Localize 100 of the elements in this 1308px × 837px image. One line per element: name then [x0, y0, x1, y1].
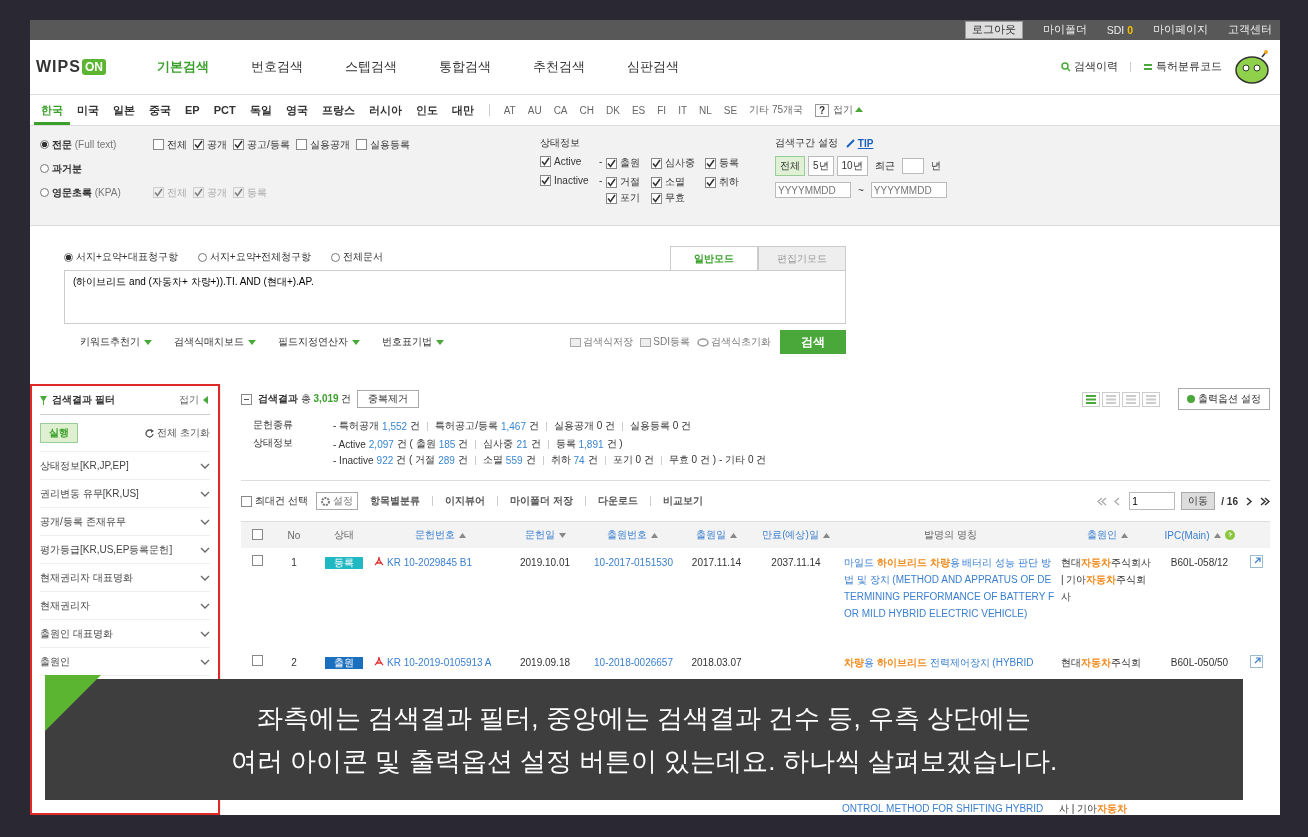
summary-count[interactable]: 1,552 [382, 420, 408, 432]
country-tab[interactable]: ES [625, 104, 652, 116]
checkbox[interactable] [651, 176, 663, 188]
period-button[interactable]: 10년 [836, 156, 868, 176]
top-link[interactable]: 마이폴더 [1042, 23, 1087, 37]
summary-count[interactable]: 1,467 [500, 420, 526, 432]
country-tab[interactable]: CH [573, 104, 600, 116]
filter-item[interactable]: 현재권리자 대표명화 [40, 564, 210, 592]
mode-tab[interactable]: 일반모드 [670, 246, 758, 270]
country-tab[interactable]: EP [178, 95, 207, 125]
summary-count[interactable]: 21 [516, 438, 528, 450]
checkbox[interactable] [355, 139, 367, 150]
title-link[interactable]: 마일드 하이브리드 차량용 배터리 성능 판단 방법 및 장치 (METHOD AND APPRATUS OF DETERMINING PERFORMANCE OF BATTERY FOR MILD HYBRID ELECTRIC VEHICLE) [844, 554, 1057, 622]
logout-button[interactable]: 로그아웃 [964, 21, 1023, 39]
checkbox[interactable] [295, 139, 307, 150]
country-tab[interactable]: 기타 75개국 [743, 103, 810, 117]
sdi-link[interactable]: SDI 0 [1106, 24, 1133, 36]
country-tab[interactable]: AT [497, 104, 522, 116]
nav-tab[interactable]: 심판검색 [606, 58, 700, 76]
country-tab[interactable]: 영국 [278, 95, 315, 125]
checkbox[interactable] [241, 495, 252, 507]
query-field[interactable]: (하이브리드 and (자동차+ 차량+)).TI. AND (현대+).AP. [64, 270, 846, 324]
country-tab[interactable]: 러시아 [361, 95, 409, 125]
nav-tab[interactable]: 스텝검색 [324, 58, 418, 76]
checkbox[interactable] [540, 156, 551, 167]
output-options-button[interactable]: 출력옵션 설정 [1178, 388, 1270, 410]
header-link[interactable]: 검색이력 [1061, 60, 1118, 74]
country-tab[interactable]: 인도 [408, 95, 445, 125]
search-action-link[interactable]: 검색식저장 [570, 335, 634, 349]
country-tab[interactable]: AU [521, 104, 548, 116]
application-link[interactable]: 10-2018-0026657 [594, 657, 673, 668]
page-field[interactable]: 1 [1129, 492, 1176, 510]
go-button[interactable]: 이동 [1181, 492, 1216, 510]
checkbox[interactable] [251, 555, 263, 566]
view-button[interactable] [1082, 391, 1101, 407]
date-field[interactable]: YYYYMMDD [870, 182, 947, 198]
period-button[interactable]: 전체 [775, 156, 805, 176]
checkbox[interactable] [251, 528, 263, 540]
collapse-button[interactable]: 접기 [179, 393, 210, 407]
settings-button[interactable]: 설정 [315, 492, 358, 510]
radio-button[interactable] [331, 252, 341, 262]
country-tab[interactable]: SE [717, 104, 744, 116]
nav-tab[interactable]: 통합검색 [418, 58, 512, 76]
nav-tab[interactable]: 번호검색 [230, 58, 324, 76]
filter-item[interactable]: 평가등급[KR,US,EP등록문헌] [40, 536, 210, 564]
nav-tab[interactable]: 추천검색 [512, 58, 606, 76]
help-button[interactable]: ? [815, 103, 830, 117]
country-tab[interactable]: 중국 [142, 95, 178, 125]
country-tab[interactable]: IT [672, 104, 694, 116]
document-link[interactable]: KR 10-2019-0105913 A [387, 657, 492, 668]
country-tab[interactable]: 독일 [242, 95, 279, 125]
filter-item[interactable]: 현재권리자 [40, 592, 210, 620]
checkbox[interactable] [540, 175, 551, 186]
country-tab[interactable]: DK [600, 104, 626, 116]
dropdown-button[interactable]: 키워드추천기 [80, 335, 152, 349]
title-link[interactable]: ONTROL METHOD FOR SHIFTING HYBRID [842, 803, 1059, 815]
checkbox[interactable] [606, 157, 618, 169]
document-link[interactable]: KR 10-2029845 B1 [387, 557, 473, 568]
radio-button[interactable] [197, 252, 207, 262]
dropdown-button[interactable]: 검색식매치보드 [174, 335, 256, 349]
checkbox[interactable] [251, 655, 263, 666]
summary-count[interactable]: 289 [438, 454, 455, 466]
column-header[interactable]: 출원인 [1087, 528, 1117, 542]
checkbox[interactable] [606, 176, 618, 188]
toolbar-link[interactable]: 항목별분류 [365, 494, 424, 508]
radio-button[interactable] [40, 140, 49, 149]
country-tab[interactable]: 일본 [106, 95, 142, 125]
date-field[interactable]: YYYYMMDD [775, 182, 851, 198]
filter-item[interactable]: 권리변동 유무[KR,US] [40, 480, 210, 508]
country-tab[interactable]: 대만 [444, 95, 481, 125]
checkbox[interactable] [153, 139, 164, 150]
summary-count[interactable]: 74 [573, 454, 585, 466]
checkbox[interactable] [705, 176, 717, 188]
radio-button[interactable] [40, 164, 49, 173]
filter-item[interactable]: 공개/등록 존재유무 [40, 508, 210, 536]
toolbar-link[interactable]: 비교보기 [658, 494, 707, 508]
column-header[interactable]: 문헌번호 [415, 528, 455, 542]
toolbar-link[interactable]: 다운로드 [593, 494, 642, 508]
search-action-link[interactable]: 검색식초기화 [697, 335, 771, 349]
dedupe-button[interactable]: 중복제거 [357, 390, 420, 408]
application-link[interactable]: 10-2017-0151530 [594, 557, 673, 568]
radio-button[interactable] [64, 252, 73, 262]
filter-item[interactable]: 상태정보[KR,JP,EP] [40, 452, 210, 480]
checkbox[interactable] [651, 157, 663, 169]
external-link-icon[interactable] [1250, 655, 1263, 668]
summary-count[interactable]: 185 [438, 438, 456, 450]
checkbox[interactable] [606, 192, 618, 204]
search-action-link[interactable]: SDI등록 [640, 335, 690, 349]
dropdown-button[interactable]: 번호표기법 [382, 335, 444, 349]
checkbox[interactable] [651, 192, 663, 204]
country-tab[interactable]: PCT [206, 95, 243, 125]
filter-item[interactable]: 출원인 대표명화 [40, 620, 210, 648]
header-link[interactable]: 특허분류코드 [1143, 60, 1222, 74]
top-link[interactable]: 고객센터 [1228, 23, 1272, 37]
nav-tab[interactable]: 기본검색 [136, 58, 230, 76]
reset-link[interactable]: 전체 초기화 [145, 426, 210, 440]
external-link-icon[interactable] [1250, 555, 1263, 568]
radio-button[interactable] [40, 188, 49, 197]
summary-count[interactable]: 559 [505, 454, 523, 466]
country-tab[interactable]: CA [547, 104, 574, 116]
